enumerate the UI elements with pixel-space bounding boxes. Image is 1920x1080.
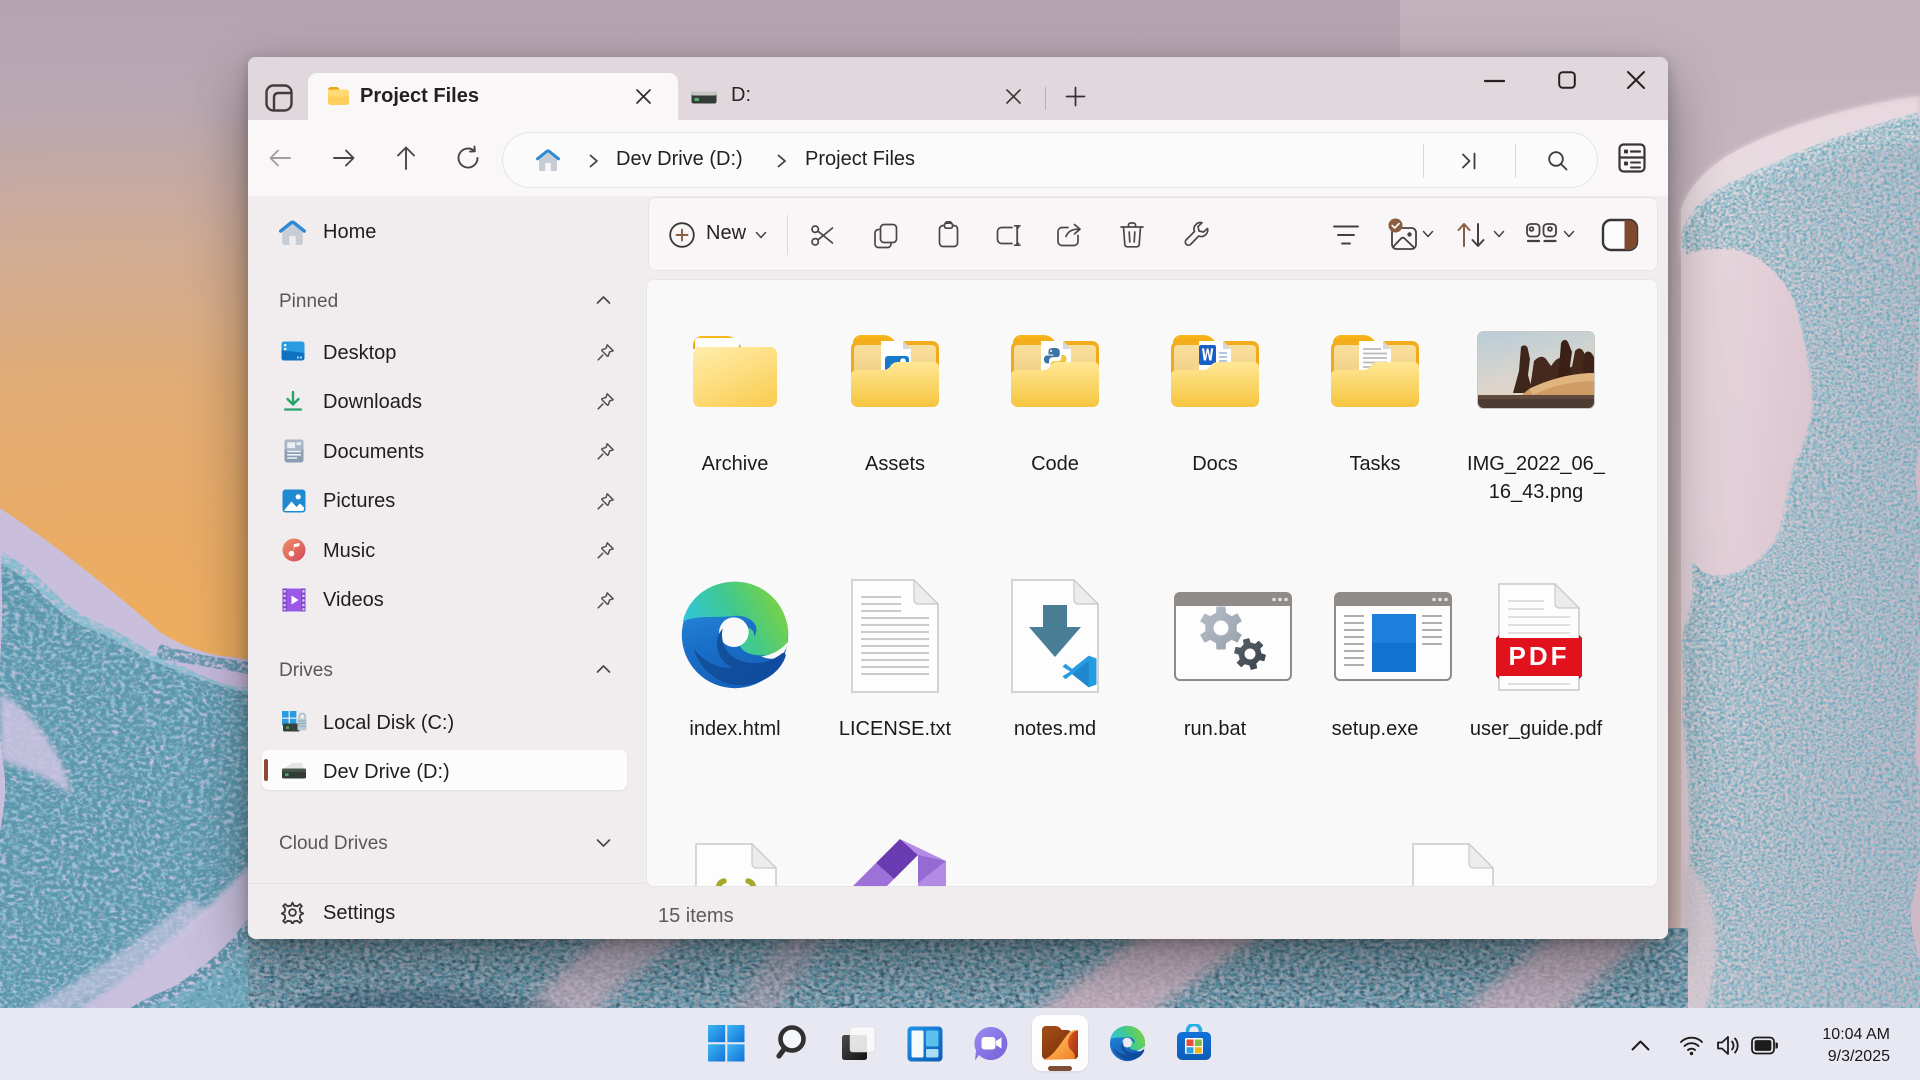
svg-text:PDF: PDF xyxy=(1509,641,1570,671)
